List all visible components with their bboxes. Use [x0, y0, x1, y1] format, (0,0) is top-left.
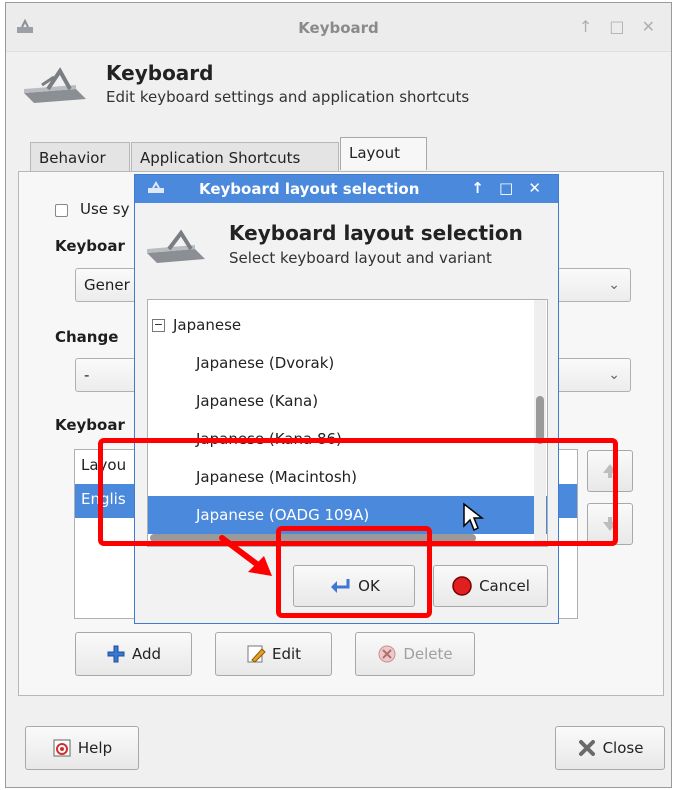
tree-parent-label: Japanese	[173, 316, 242, 334]
dialog-window-controls[interactable]: ↑ □ ✕	[471, 179, 546, 197]
header-title: Keyboard	[106, 61, 214, 85]
scrollbar-thumb[interactable]	[536, 396, 544, 444]
dialog-title-bar: Keyboard layout selection ↑ □ ✕	[135, 175, 558, 203]
header-subtitle: Edit keyboard settings and application s…	[106, 88, 470, 106]
add-button[interactable]: Add	[75, 632, 192, 676]
app-menu-icon[interactable]	[147, 181, 167, 195]
window-title: Keyboard	[298, 19, 379, 37]
tab-application-shortcuts[interactable]: Application Shortcuts	[131, 142, 339, 172]
tab-behavior[interactable]: Behavior	[30, 142, 130, 172]
cancel-label: Cancel	[479, 577, 530, 595]
dialog-header-title: Keyboard layout selection	[229, 221, 523, 245]
mouse-cursor-icon	[463, 502, 484, 532]
tree-item-parent[interactable]: − Japanese	[148, 306, 536, 344]
edit-label: Edit	[271, 645, 302, 663]
delete-label: Delete	[403, 645, 453, 663]
use-system-defaults-label: Use sy	[80, 200, 130, 218]
help-label: Help	[77, 739, 113, 757]
edit-button[interactable]: Edit	[215, 632, 332, 676]
tab-layout[interactable]: Layout	[340, 137, 427, 170]
dialog-header-subtitle: Select keyboard layout and variant	[229, 249, 492, 267]
delete-icon	[378, 645, 396, 663]
highlight-box	[276, 526, 432, 618]
stop-icon	[452, 576, 472, 596]
add-label: Add	[131, 645, 162, 663]
tree-item-label: Japanese (Kana)	[196, 392, 319, 410]
chevron-down-icon: ⌄	[608, 277, 620, 293]
close-button[interactable]: Close	[555, 726, 665, 770]
keyboard-icon	[24, 67, 86, 103]
pencil-icon	[247, 645, 266, 663]
delete-button[interactable]: Delete	[355, 632, 475, 676]
tree-item[interactable]: Japanese (Dvorak)	[148, 344, 547, 382]
keyboard-layout-label: Keyboar	[55, 416, 125, 434]
window-controls[interactable]: ↑ □ ✕	[579, 17, 661, 36]
use-system-defaults-checkbox[interactable]	[55, 204, 68, 217]
help-button[interactable]: Help	[25, 726, 139, 770]
keyboard-icon	[147, 229, 205, 263]
change-layout-value: -	[84, 366, 90, 384]
keyboard-model-label: Keyboar	[55, 237, 125, 255]
change-layout-label: Change	[55, 328, 119, 346]
dialog-title: Keyboard layout selection	[199, 180, 420, 198]
chevron-down-icon: ⌄	[608, 367, 620, 383]
plus-icon	[107, 645, 125, 663]
close-label: Close	[602, 739, 644, 757]
collapse-icon[interactable]: −	[152, 319, 165, 332]
tree-item-label: Japanese (Dvorak)	[196, 354, 335, 372]
title-bar: Keyboard ↑ □ ✕	[6, 3, 671, 52]
cancel-button[interactable]: Cancel	[433, 565, 548, 607]
keyboard-model-value: Gener	[84, 276, 130, 294]
help-icon	[53, 739, 71, 757]
close-icon	[578, 740, 595, 756]
arrow-annotation-icon	[219, 535, 272, 576]
tree-item[interactable]: Japanese (Kana)	[148, 382, 547, 420]
